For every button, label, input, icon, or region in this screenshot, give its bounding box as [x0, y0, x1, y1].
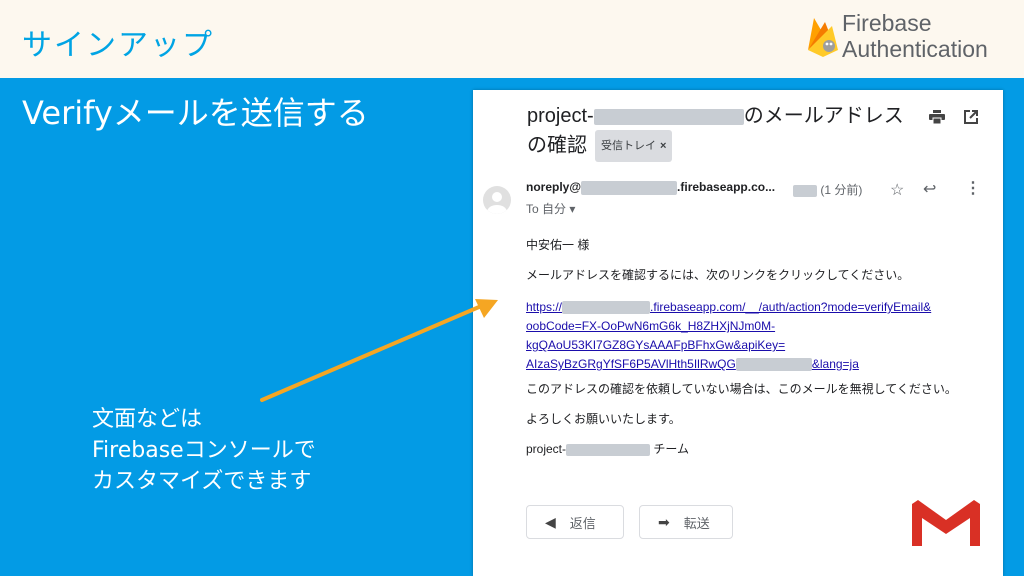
timestamp-text: (1 分前): [820, 183, 863, 197]
more-icon[interactable]: ⋮: [965, 178, 981, 198]
verify-link[interactable]: https:// .firebaseapp.com/__/auth/action?…: [526, 298, 946, 374]
signature: project- チーム: [526, 440, 689, 458]
link-line-2: oobCode=FX-OoPwN6mG6k_H8ZHXjNJm0M-: [526, 319, 776, 333]
redacted-block: [793, 184, 817, 197]
brand-text: Firebase Authentication: [842, 10, 988, 62]
forward-button-label: 転送: [683, 515, 710, 531]
link-line-1-prefix: https://: [526, 300, 563, 314]
redacted-block: [562, 301, 651, 315]
link-line-4-prefix: AIzaSyBzGRgYfSF6P5AVlHth5IlRwQG: [526, 357, 736, 371]
reply-button[interactable]: ◀ 返信: [526, 505, 624, 539]
annotation-note: 文面などは Firebaseコンソールで カスタマイズできます: [92, 404, 316, 497]
label-close-icon[interactable]: ×: [660, 140, 666, 152]
sender-address: noreply@ .firebaseapp.co...: [526, 180, 775, 195]
redacted-block: [735, 358, 812, 372]
signature-suffix: チーム: [650, 442, 689, 456]
closing-text: よろしくお願いいたします。: [526, 412, 681, 426]
slide-heading: Verifyメールを送信する: [22, 94, 369, 132]
recipient[interactable]: To 自分 ▾: [526, 200, 575, 217]
note-line-2: Firebaseコンソールで: [92, 438, 316, 463]
redacted-block: [581, 180, 678, 195]
brand-line-2: Authentication: [842, 36, 988, 62]
inbox-label-text: 受信トレイ: [601, 140, 656, 152]
slide-title: サインアップ: [22, 28, 214, 63]
note-line-3: カスタマイズできます: [92, 469, 312, 494]
brand-line-1: Firebase: [842, 10, 932, 36]
avatar-icon: [483, 186, 511, 214]
reply-arrow-icon: ◀: [545, 513, 556, 530]
link-line-3: kgQAoU53KI7GZ8GYsAAAFpBFhxGw&apiKey=: [526, 338, 786, 352]
forward-button[interactable]: ➡ 転送: [639, 505, 733, 539]
sender-suffix: .firebaseapp.co...: [677, 180, 776, 194]
greeting: 中安佑一 様: [526, 238, 590, 252]
redacted-block: [566, 443, 651, 456]
reply-button-label: 返信: [569, 515, 596, 531]
note-line-1: 文面などは: [92, 407, 203, 432]
subject-suffix: のメールアドレス: [743, 105, 904, 127]
timestamp: (1 分前): [793, 181, 862, 198]
top-bar: サインアップ Firebase Authentication: [0, 0, 1024, 78]
sender-prefix: noreply@: [526, 180, 582, 194]
star-icon[interactable]: ☆: [890, 180, 904, 200]
inbox-label[interactable]: 受信トレイ ×: [595, 130, 673, 162]
link-line-4-suffix: &lang=ja: [811, 357, 859, 371]
subject-line-2: の確認: [527, 134, 587, 157]
popout-icon[interactable]: [964, 110, 978, 124]
firebase-flame-icon: [808, 18, 838, 57]
signature-prefix: project-: [526, 442, 567, 456]
reply-icon[interactable]: ↩: [923, 179, 936, 199]
subject-prefix: project-: [527, 105, 594, 127]
intro-text: メールアドレスを確認するには、次のリンクをクリックしてください。: [526, 268, 910, 282]
redacted-block: [593, 108, 744, 125]
gmail-icon: [908, 496, 984, 552]
forward-arrow-icon: ➡: [658, 513, 670, 530]
link-line-1-suffix: .firebaseapp.com/__/auth/action?mode=ver…: [650, 300, 932, 314]
print-icon[interactable]: [929, 110, 945, 124]
email-subject: project- のメールアドレス の確認 受信トレイ ×: [527, 102, 907, 162]
ignore-text: このアドレスの確認を依頼していない場合は、このメールを無視してください。: [526, 382, 957, 396]
